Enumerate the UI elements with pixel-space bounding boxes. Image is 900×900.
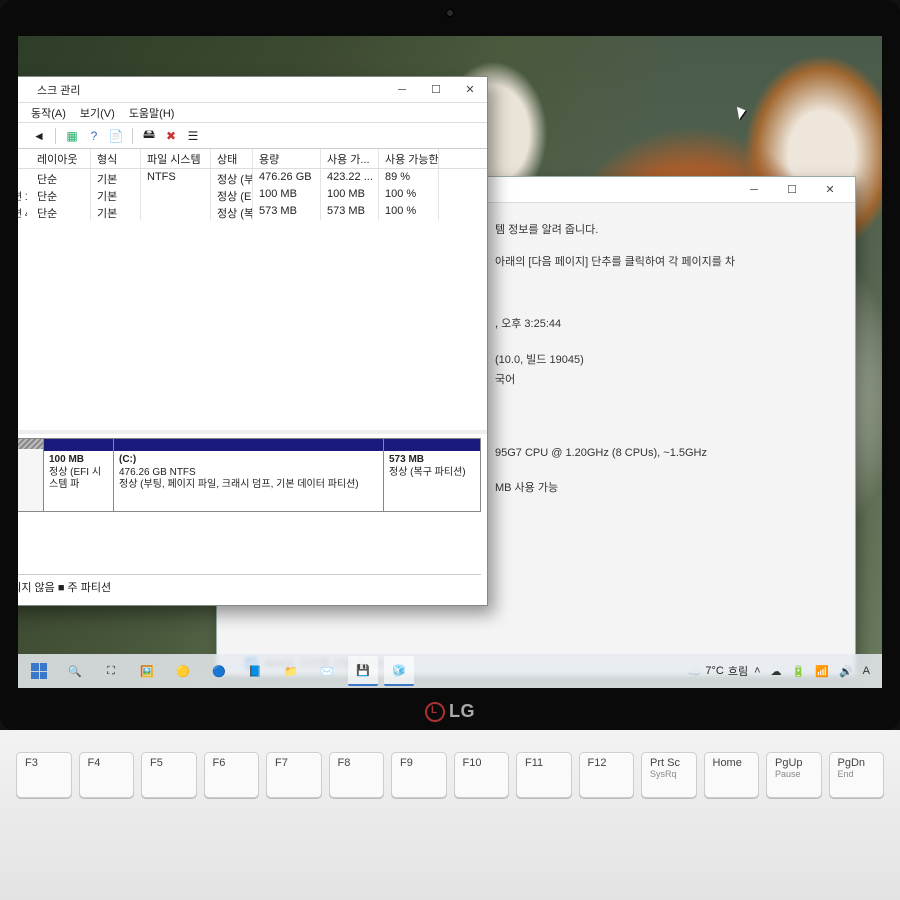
taskbar-mail[interactable]: ✉️ <box>312 656 342 686</box>
start-button[interactable] <box>24 656 54 686</box>
taskbar-edge[interactable]: 🔵 <box>204 656 234 686</box>
laptop-bezel: LG ─ ☐ ✕ 템 정보를 알려 줍니다. 아래의 [다음 페이지] 단추를 … <box>0 0 900 730</box>
volume-name <box>18 169 27 173</box>
disk-row[interactable]: 디스크 0 .92 GB 라인 100 MB정상 (EFI 시스템 파(C:)4… <box>18 438 481 512</box>
col-filesystem[interactable]: 파일 시스템 <box>141 149 211 168</box>
taskbar-diskmgmt[interactable]: 💾 <box>348 656 378 686</box>
keyboard-key: F3 <box>16 752 72 798</box>
keyboard-key: F8 <box>329 752 385 798</box>
weather-temp: 7°C <box>705 665 723 677</box>
taskbar: 🔍 ⛶ 🖼️ 🟡 🔵 📘 📁 ✉️ 💾 🧊 ☁️ 7°C 흐림 ˄ ☁ 🔋 📶 … <box>18 654 882 688</box>
taskbar-chrome[interactable]: 🟡 <box>168 656 198 686</box>
refresh-icon[interactable]: 📄 <box>108 128 124 144</box>
table-row[interactable]: 단순기본정상 (EFI ...100 MB100 MB100 % <box>18 186 487 203</box>
col-capacity[interactable]: 용량 <box>253 149 321 168</box>
maximize-button[interactable]: ☐ <box>419 80 453 100</box>
weather-widget[interactable]: ☁️ 7°C 흐림 <box>688 663 748 679</box>
diskmgmt-titlebar[interactable]: 스크 관리 ─ ☐ ✕ <box>18 77 487 103</box>
keyboard-key: F7 <box>266 752 322 798</box>
disk-label[interactable]: 디스크 0 .92 GB 라인 <box>18 439 44 511</box>
tray-battery-icon[interactable]: 🔋 <box>792 665 806 678</box>
brand-text: LG <box>449 701 475 722</box>
disk-size: .92 GB <box>18 470 37 482</box>
desktop-screen: ─ ☐ ✕ 템 정보를 알려 줍니다. 아래의 [다음 페이지] 단추를 클릭하… <box>18 36 882 688</box>
keyboard-key: F5 <box>141 752 197 798</box>
dxdiag-datetime: , 오후 3:25:44 <box>495 315 837 331</box>
lg-logo-icon <box>425 702 445 722</box>
volume-name: 스크 0 파티션 4) <box>18 203 27 222</box>
keyboard-key: PgDnEnd <box>829 752 885 798</box>
partition[interactable]: 573 MB정상 (복구 파티션) <box>384 439 480 511</box>
volume-list-header[interactable]: 레이아웃 형식 파일 시스템 상태 용량 사용 가... 사용 가능한... <box>18 149 487 169</box>
col-type[interactable]: 형식 <box>91 149 141 168</box>
webcam <box>446 9 454 17</box>
volume-list[interactable]: 단순기본NTFS정상 (부팅...476.26 GB423.22 ...89 %… <box>18 169 487 220</box>
legend: 할당되지 않음 ■ 주 파티션 <box>18 574 481 599</box>
search-button[interactable]: 🔍 <box>60 656 90 686</box>
partition[interactable]: (C:)476.26 GB NTFS정상 (부팅, 페이지 파일, 크래시 덤프… <box>114 439 384 511</box>
close-button[interactable]: ✕ <box>453 80 487 100</box>
keyboard-key: F12 <box>579 752 635 798</box>
partition[interactable]: 100 MB정상 (EFI 시스템 파 <box>44 439 114 511</box>
properties-icon[interactable]: ☰ <box>185 128 201 144</box>
menu-bar: 동작(A) 보기(V) 도움말(H) <box>18 103 487 123</box>
grid-icon[interactable]: ▦ <box>64 128 80 144</box>
keyboard-key: F6 <box>204 752 260 798</box>
disk-diagram: 디스크 0 .92 GB 라인 100 MB정상 (EFI 시스템 파(C:)4… <box>18 434 487 605</box>
back-icon[interactable]: ◄ <box>31 128 47 144</box>
menu-action[interactable]: 동작(A) <box>31 105 66 121</box>
dxdiag-cpu: 95G7 CPU @ 1.20GHz (8 CPUs), ~1.5GHz <box>495 447 837 459</box>
keyboard-key: F10 <box>454 752 510 798</box>
taskbar-dxdiag[interactable]: 🧊 <box>384 656 414 686</box>
col-status[interactable]: 상태 <box>211 149 253 168</box>
disk-name: 디스크 0 <box>18 453 37 469</box>
keyboard-key: F9 <box>391 752 447 798</box>
menu-view[interactable]: 보기(V) <box>80 105 115 121</box>
keyboard-key: F11 <box>516 752 572 798</box>
menu-help[interactable]: 도움말(H) <box>129 105 175 121</box>
dxdiag-text: 아래의 [다음 페이지] 단추를 클릭하여 각 페이지를 차 <box>495 253 837 269</box>
disk-icon[interactable]: 🖴 <box>141 128 157 144</box>
laptop-brand: LG <box>425 701 475 722</box>
dxdiag-lang: 국어 <box>495 371 837 387</box>
delete-icon[interactable]: ✖ <box>163 128 179 144</box>
tray-onedrive-icon[interactable]: ☁ <box>771 665 782 678</box>
weather-cloud-icon: ☁️ <box>688 665 702 678</box>
minimize-button[interactable]: ─ <box>385 80 419 100</box>
taskbar-app[interactable]: 📘 <box>240 656 270 686</box>
col-freepct[interactable]: 사용 가능한... <box>379 149 439 168</box>
system-tray[interactable]: ˄ ☁ 🔋 📶 🔊 A <box>754 665 876 678</box>
keyboard-key: Prt ScSysRq <box>641 752 697 798</box>
col-used[interactable]: 사용 가... <box>321 149 379 168</box>
tray-chevron-icon[interactable]: ˄ <box>754 665 760 677</box>
keyboard-key: F4 <box>79 752 135 798</box>
close-button[interactable]: ✕ <box>811 179 849 201</box>
weather-text: 흐림 <box>728 663 748 679</box>
col-layout[interactable]: 레이아웃 <box>31 149 91 168</box>
taskview-button[interactable]: ⛶ <box>96 656 126 686</box>
tray-ime[interactable]: A <box>863 665 870 677</box>
minimize-button[interactable]: ─ <box>735 179 773 201</box>
help-icon[interactable]: ? <box>86 128 102 144</box>
toolbar: ◄ ▦ ? 📄 🖴 ✖ ☰ <box>18 123 487 149</box>
keyboard-key: PgUpPause <box>766 752 822 798</box>
windows-logo-icon <box>31 663 47 679</box>
maximize-button[interactable]: ☐ <box>773 179 811 201</box>
laptop-keyboard: F3F4F5F6F7F8F9F10F11F12Prt ScSysRqHomePg… <box>0 730 900 900</box>
keyboard-key: Home <box>704 752 760 798</box>
tray-wifi-icon[interactable]: 📶 <box>815 665 829 678</box>
dxdiag-text: 템 정보를 알려 줍니다. <box>495 221 837 237</box>
volume-list-empty <box>18 220 487 434</box>
taskbar-explorer[interactable]: 📁 <box>276 656 306 686</box>
disk-management-window: 스크 관리 ─ ☐ ✕ 동작(A) 보기(V) 도움말(H) ◄ ▦ ? 📄 🖴 <box>18 76 488 606</box>
dxdiag-mem: MB 사용 가능 <box>495 479 837 495</box>
disk-status: 라인 <box>18 483 37 499</box>
tray-volume-icon[interactable]: 🔊 <box>839 665 853 678</box>
legend-label: 할당되지 않음 ■ 주 파티션 <box>18 579 111 595</box>
window-title: 스크 관리 <box>37 82 379 98</box>
dxdiag-os: (10.0, 빌드 19045) <box>495 351 837 367</box>
table-row[interactable]: 단순기본NTFS정상 (부팅...476.26 GB423.22 ...89 % <box>18 169 487 186</box>
table-row[interactable]: 단순기본정상 (복구...573 MB573 MB100 % <box>18 203 487 220</box>
taskbar-app[interactable]: 🖼️ <box>132 656 162 686</box>
